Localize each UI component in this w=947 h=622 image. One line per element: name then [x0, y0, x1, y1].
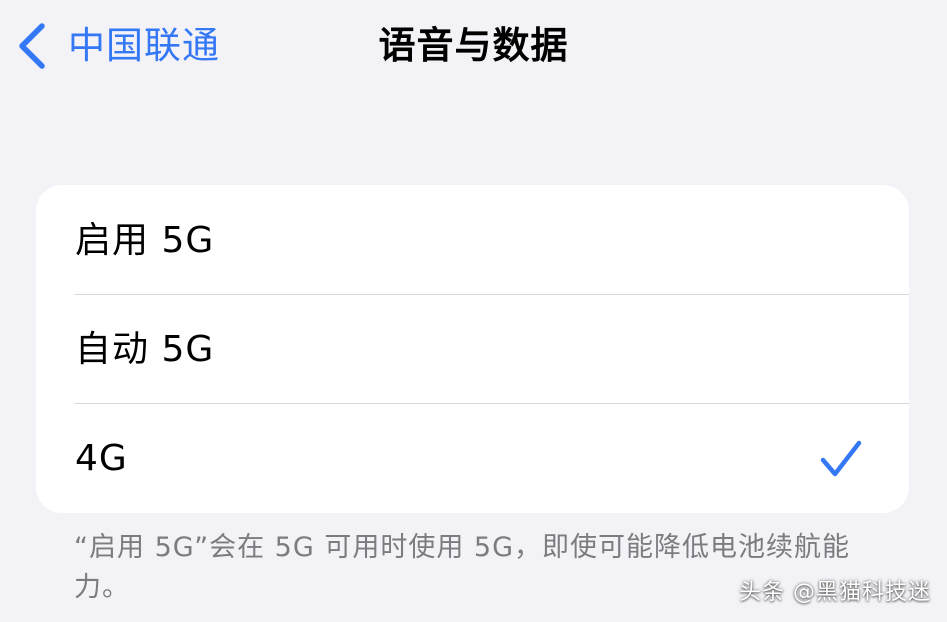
option-auto-5g[interactable]: 自动 5G [36, 294, 909, 403]
page-title: 语音与数据 [378, 24, 569, 67]
checkmark-icon [820, 440, 862, 477]
watermark: 头条 @黑猫科技迷 [739, 580, 931, 605]
option-4g[interactable]: 4G [36, 403, 909, 512]
option-label: 4G [75, 438, 128, 479]
option-enable-5g[interactable]: 启用 5G [36, 185, 909, 294]
network-options-list: 启用 5G 自动 5G 4G [36, 185, 909, 513]
option-label: 启用 5G [75, 220, 215, 261]
option-label: 自动 5G [75, 329, 215, 370]
navigation-bar: 中国联通 语音与数据 [0, 0, 947, 95]
